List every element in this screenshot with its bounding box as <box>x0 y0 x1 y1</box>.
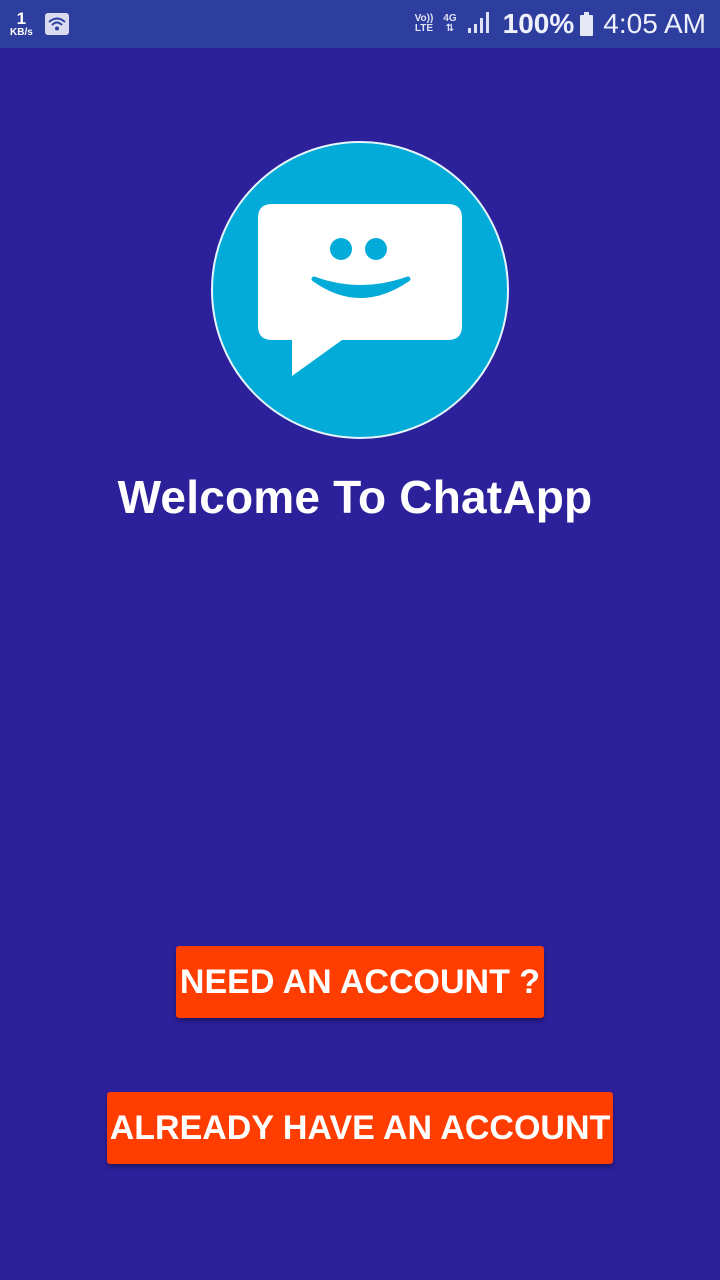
welcome-screen: 1 KB/s Vo)) LTE 4G ⇅ 100% 4:05 AM Welcom… <box>0 0 720 1280</box>
network-arrows: ⇅ <box>445 23 455 34</box>
battery-icon <box>580 12 594 36</box>
volte-bottom-label: LTE <box>414 23 434 34</box>
chat-smiley-icon <box>210 140 510 440</box>
network-speed-indicator: 1 KB/s <box>10 10 33 38</box>
network-type-indicator: 4G ⇅ <box>443 14 456 34</box>
signal-icon <box>467 10 493 39</box>
wifi-icon <box>44 13 69 35</box>
status-bar: 1 KB/s Vo)) LTE 4G ⇅ 100% 4:05 AM <box>0 0 720 48</box>
volte-indicator: Vo)) LTE <box>415 14 434 34</box>
network-speed-unit: KB/s <box>10 27 33 38</box>
need-account-button[interactable]: NEED AN ACCOUNT ? <box>176 946 544 1018</box>
already-have-account-button[interactable]: ALREADY HAVE AN ACCOUNT <box>107 1092 613 1164</box>
status-time: 4:05 AM <box>603 8 706 39</box>
welcome-title: Welcome To ChatApp <box>117 471 593 523</box>
status-bar-left: 1 KB/s <box>10 10 69 38</box>
battery-percent: 100% <box>502 8 575 39</box>
status-bar-right: Vo)) LTE 4G ⇅ 100% 4:05 AM <box>415 8 706 40</box>
network-speed-value: 1 <box>16 9 27 28</box>
